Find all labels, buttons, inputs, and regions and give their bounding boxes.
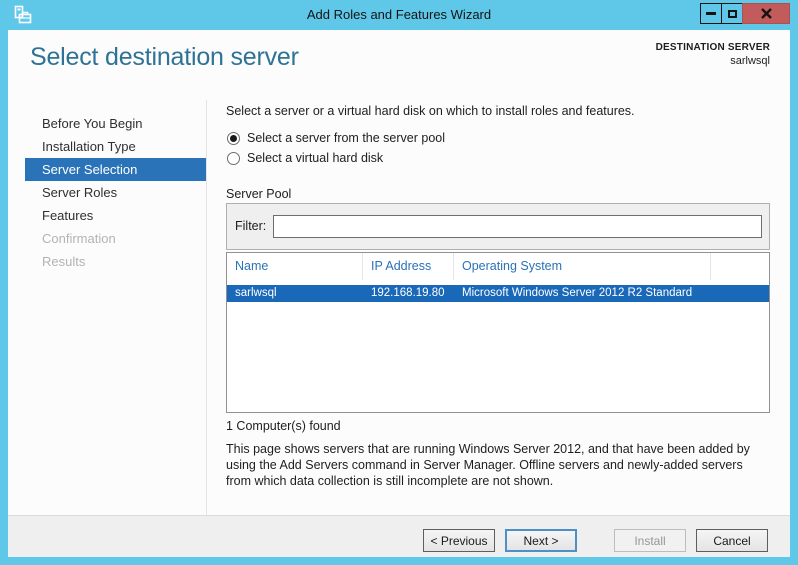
table-row[interactable]: sarlwsql 192.168.19.80 Microsoft Windows… bbox=[227, 285, 769, 302]
previous-button[interactable]: < Previous bbox=[423, 529, 495, 552]
radio-selected-icon[interactable] bbox=[227, 131, 240, 145]
radio-label: Select a virtual hard disk bbox=[247, 151, 384, 165]
computers-found-text: 1 Computer(s) found bbox=[226, 419, 341, 433]
sidebar-item-installation-type[interactable]: Installation Type bbox=[8, 135, 206, 158]
next-button[interactable]: Next > bbox=[505, 529, 577, 552]
server-pool-heading: Server Pool bbox=[226, 187, 292, 201]
sidebar-item-server-selection[interactable]: Server Selection bbox=[25, 158, 206, 181]
server-pool-table: Name IP Address Operating System sarlwsq… bbox=[226, 252, 770, 413]
column-header-name[interactable]: Name bbox=[227, 253, 363, 280]
radio-select-vhd[interactable]: Select a virtual hard disk bbox=[227, 151, 383, 165]
maximize-button[interactable] bbox=[721, 3, 743, 24]
main-content: Select a server or a virtual hard disk o… bbox=[226, 100, 770, 515]
window-title: Add Roles and Features Wizard bbox=[306, 7, 492, 22]
radio-unselected-icon[interactable] bbox=[227, 151, 240, 165]
wizard-steps-sidebar: Before You Begin Installation Type Serve… bbox=[8, 100, 207, 515]
page-title: Select destination server bbox=[30, 43, 299, 71]
destination-server-block: DESTINATION SERVER sarlwsql bbox=[656, 42, 770, 67]
cell-name: sarlwsql bbox=[235, 287, 277, 299]
column-header-ip-address[interactable]: IP Address bbox=[363, 253, 454, 280]
filter-panel: Filter: bbox=[226, 203, 770, 250]
cancel-button[interactable]: Cancel bbox=[696, 529, 768, 552]
destination-server-name: sarlwsql bbox=[730, 55, 770, 67]
filter-label: Filter: bbox=[235, 219, 267, 233]
radio-label: Select a server from the server pool bbox=[247, 131, 445, 145]
close-button[interactable] bbox=[742, 3, 790, 24]
filter-input[interactable] bbox=[273, 215, 762, 238]
cell-ip-address: 192.168.19.80 bbox=[371, 287, 445, 299]
sidebar-item-server-roles[interactable]: Server Roles bbox=[8, 181, 206, 204]
maximize-icon bbox=[727, 9, 737, 18]
sidebar-item-confirmation: Confirmation bbox=[42, 231, 116, 246]
destination-server-label: DESTINATION SERVER bbox=[655, 42, 770, 53]
cell-operating-system: Microsoft Windows Server 2012 R2 Standar… bbox=[462, 287, 693, 299]
minimize-icon bbox=[706, 12, 716, 15]
column-header-empty bbox=[711, 253, 769, 280]
sidebar-item-before-you-begin[interactable]: Before You Begin bbox=[8, 112, 206, 135]
install-button: Install bbox=[614, 529, 686, 552]
wizard-window: Add Roles and Features Wizard Select des… bbox=[0, 0, 798, 565]
button-bar: < Previous Next > Install Cancel bbox=[8, 515, 790, 557]
sidebar-item-features[interactable]: Features bbox=[8, 204, 206, 227]
table-header-row: Name IP Address Operating System bbox=[227, 253, 769, 280]
column-header-operating-system[interactable]: Operating System bbox=[454, 253, 711, 280]
minimize-button[interactable] bbox=[700, 3, 722, 24]
sidebar-item-results: Results bbox=[42, 254, 86, 269]
wizard-body: Select destination server DESTINATION SE… bbox=[8, 30, 790, 557]
title-bar: Add Roles and Features Wizard bbox=[0, 0, 798, 30]
close-icon bbox=[760, 8, 772, 19]
intro-text: Select a server or a virtual hard disk o… bbox=[226, 104, 635, 118]
radio-select-server-pool[interactable]: Select a server from the server pool bbox=[227, 131, 445, 145]
page-description: This page shows servers that are running… bbox=[226, 442, 750, 488]
